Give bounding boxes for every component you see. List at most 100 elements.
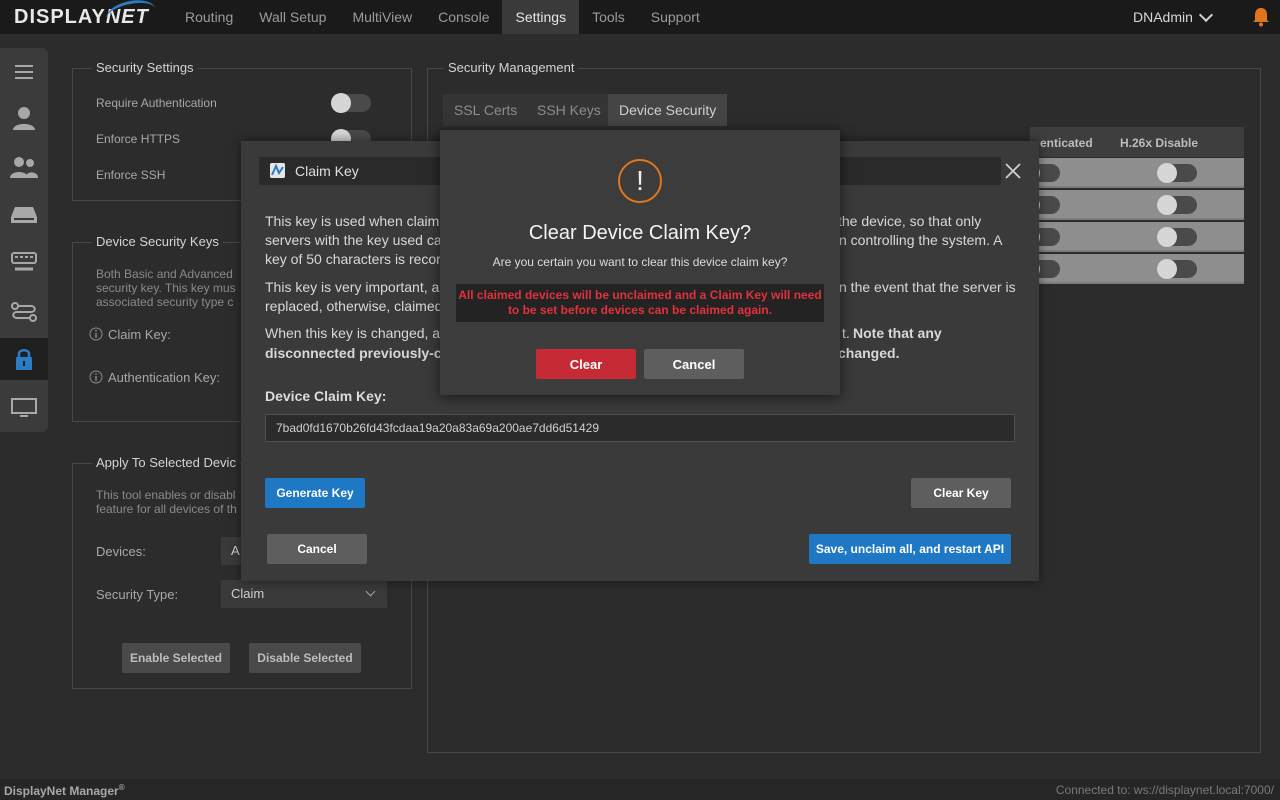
routing-icon bbox=[11, 302, 37, 322]
info-icon bbox=[89, 327, 103, 341]
sidebar-item-server[interactable] bbox=[0, 194, 48, 236]
lock-icon bbox=[16, 349, 32, 370]
tab-ssh-keys[interactable]: SSH Keys bbox=[526, 94, 612, 126]
sidebar-item-security[interactable] bbox=[0, 338, 48, 380]
bell-icon[interactable] bbox=[1252, 7, 1270, 27]
tab-ssl-certs[interactable]: SSL Certs bbox=[443, 94, 529, 126]
sidebar-item-menu[interactable] bbox=[0, 51, 48, 93]
chevron-down-icon[interactable] bbox=[1198, 7, 1214, 23]
toggle-knob bbox=[1157, 163, 1177, 183]
confirm-cancel-button[interactable]: Cancel bbox=[644, 349, 744, 379]
h26x-toggle[interactable] bbox=[1157, 259, 1197, 279]
logo-swoosh bbox=[103, 0, 159, 32]
device-claim-key-input[interactable]: 7bad0fd1670b26fd43fcdaa19a20a83a69a200ae… bbox=[265, 414, 1015, 442]
security-type-select[interactable]: Claim bbox=[221, 580, 387, 608]
device-claim-key-label: Device Claim Key: bbox=[265, 388, 387, 404]
claim-key-title: Claim Key bbox=[295, 163, 359, 179]
save-unclaim-restart-button[interactable]: Save, unclaim all, and restart API bbox=[809, 534, 1011, 564]
top-nav-bar: DISPLAYNET Routing Wall Setup MultiView … bbox=[0, 0, 1280, 34]
devices-select[interactable]: A bbox=[221, 537, 241, 565]
table-row bbox=[1020, 254, 1244, 284]
table-row bbox=[1020, 222, 1244, 252]
close-icon[interactable] bbox=[1005, 163, 1021, 179]
device-table-header: enticated H.26x Disable bbox=[1030, 127, 1244, 157]
nav-multiview[interactable]: MultiView bbox=[339, 0, 425, 34]
claim-para3-l1b: t. bbox=[842, 325, 850, 341]
generate-key-button[interactable]: Generate Key bbox=[265, 478, 365, 508]
apply-desc-line1: This tool enables or disabl bbox=[96, 488, 236, 502]
sidebar-item-routing[interactable] bbox=[0, 291, 48, 333]
cancel-button[interactable]: Cancel bbox=[267, 534, 367, 564]
h26x-toggle[interactable] bbox=[1157, 163, 1197, 183]
claim-para3-l1c: Note that any bbox=[853, 325, 942, 341]
claim-para3-l2b: changed. bbox=[838, 345, 900, 361]
claim-para1-l2b: n controlling the system. A bbox=[839, 232, 1003, 248]
toggle-knob bbox=[331, 93, 351, 113]
nav-tools[interactable]: Tools bbox=[579, 0, 638, 34]
status-footer: DisplayNet Manager® Connected to: ws://d… bbox=[0, 779, 1280, 800]
h26x-toggle[interactable] bbox=[1157, 195, 1197, 215]
nav-settings[interactable]: Settings bbox=[502, 0, 580, 34]
apply-selected-title: Apply To Selected Devic bbox=[92, 455, 240, 470]
nav-routing[interactable]: Routing bbox=[172, 0, 246, 34]
claim-key-label: Claim Key: bbox=[108, 327, 171, 342]
security-type-label: Security Type: bbox=[96, 587, 179, 602]
main-nav: Routing Wall Setup MultiView Console Set… bbox=[172, 0, 713, 34]
enable-selected-button[interactable]: Enable Selected bbox=[122, 643, 230, 673]
user-icon bbox=[13, 107, 35, 130]
dsk-desc-line1: Both Basic and Advanced bbox=[96, 267, 233, 281]
device-security-keys-title: Device Security Keys bbox=[92, 234, 223, 249]
dsk-desc-line2: security key. This key mus bbox=[96, 281, 236, 295]
user-menu[interactable]: DNAdmin bbox=[1133, 0, 1193, 34]
nav-wall-setup[interactable]: Wall Setup bbox=[246, 0, 339, 34]
connection-status: Connected to: ws://displaynet.local:7000… bbox=[1055, 783, 1274, 797]
col-authenticated: enticated bbox=[1040, 136, 1093, 150]
disable-selected-button[interactable]: Disable Selected bbox=[249, 643, 361, 673]
enforce-https-label: Enforce HTTPS bbox=[96, 132, 181, 146]
h26x-toggle[interactable] bbox=[1157, 227, 1197, 247]
info-icon bbox=[89, 370, 103, 384]
devices-label: Devices: bbox=[96, 544, 146, 559]
confirm-clear-button[interactable]: Clear bbox=[536, 349, 636, 379]
sidebar-item-users[interactable] bbox=[0, 146, 48, 188]
keyboard-icon bbox=[11, 252, 37, 271]
displaynet-app-icon bbox=[270, 163, 285, 178]
confirm-title: Clear Device Claim Key? bbox=[528, 222, 752, 244]
product-name-text: DisplayNet Manager bbox=[4, 784, 119, 798]
registered-mark: ® bbox=[118, 783, 125, 792]
sidebar bbox=[0, 48, 48, 432]
toggle-knob bbox=[1157, 195, 1177, 215]
clear-key-button[interactable]: Clear Key bbox=[911, 478, 1011, 508]
sidebar-item-display[interactable] bbox=[0, 387, 48, 429]
claim-para2-l1a: This key is very important, ar bbox=[265, 279, 444, 295]
security-settings-title: Security Settings bbox=[92, 60, 198, 75]
security-type-value: Claim bbox=[231, 586, 265, 601]
confirm-warning-message: All claimed devices will be unclaimed an… bbox=[456, 284, 824, 322]
clear-claim-key-confirm-dialog: ! Clear Device Claim Key? Are you certai… bbox=[440, 130, 840, 395]
display-icon bbox=[11, 398, 37, 417]
toggle-knob bbox=[1157, 227, 1177, 247]
claim-para1-l1b: the device, so that only bbox=[838, 213, 982, 229]
col-h26x-disable: H.26x Disable bbox=[1120, 136, 1199, 150]
menu-icon bbox=[15, 65, 33, 79]
sidebar-item-keyboard[interactable] bbox=[0, 242, 48, 284]
require-auth-toggle[interactable] bbox=[331, 93, 371, 113]
claim-para3-l2a: disconnected previously-cla bbox=[265, 345, 454, 361]
claim-para2-l2a: replaced, otherwise, claimed bbox=[265, 298, 443, 314]
tab-device-security[interactable]: Device Security bbox=[608, 94, 728, 126]
claim-para1-l2a: servers with the key used ca bbox=[265, 232, 442, 248]
sidebar-item-user[interactable] bbox=[0, 97, 48, 139]
require-auth-label: Require Authentication bbox=[96, 96, 217, 110]
nav-support[interactable]: Support bbox=[638, 0, 713, 34]
confirm-subtitle: Are you certain you want to clear this d… bbox=[492, 255, 788, 269]
displaynet-logo: DISPLAYNET bbox=[14, 0, 159, 32]
chevron-down-icon bbox=[365, 586, 376, 597]
nav-console[interactable]: Console bbox=[425, 0, 502, 34]
claim-para2-l1b: n the event that the server is bbox=[839, 279, 1016, 295]
claim-para1-l3a: key of 50 characters is recor bbox=[265, 251, 441, 267]
security-management-title: Security Management bbox=[444, 60, 579, 75]
table-row bbox=[1020, 190, 1244, 220]
logo-display-text: DISPLAY bbox=[14, 6, 106, 28]
claim-para1-l1a: This key is used when claimi bbox=[265, 213, 443, 229]
warning-icon: ! bbox=[618, 159, 662, 203]
